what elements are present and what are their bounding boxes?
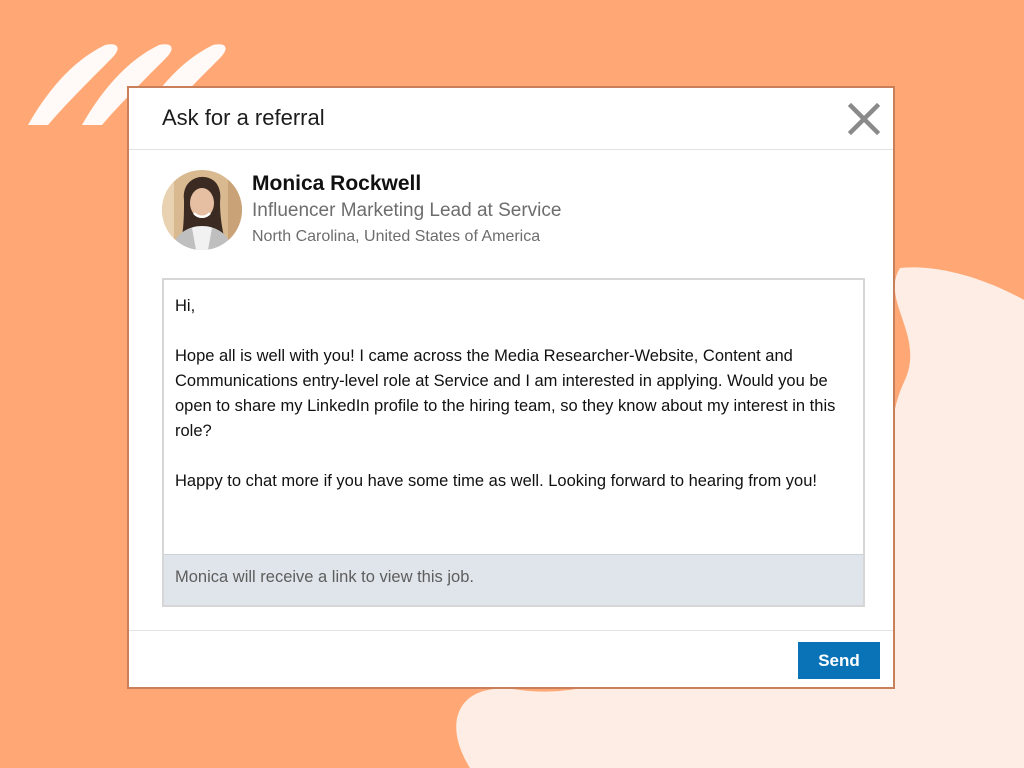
message-notice-bar: Monica will receive a link to view this …	[164, 554, 863, 605]
avatar[interactable]	[162, 170, 242, 250]
close-icon	[847, 102, 881, 136]
dialog-header: Ask for a referral	[129, 88, 893, 150]
footer-divider	[129, 630, 893, 631]
message-paragraph: Hope all is well with you! I came across…	[175, 347, 836, 440]
message-body[interactable]: Hi, Hope all is well with you! I came ac…	[175, 294, 845, 519]
message-greeting: Hi,	[175, 297, 196, 315]
recipient-headline: Influencer Marketing Lead at Service	[252, 200, 562, 221]
message-notice: Monica will receive a link to view this …	[175, 568, 474, 586]
referral-dialog: Ask for a referral Monica Rockwell Influ…	[127, 86, 895, 689]
message-paragraph: Happy to chat more if you have some time…	[175, 472, 817, 490]
message-textarea[interactable]: Hi, Hope all is well with you! I came ac…	[162, 278, 865, 607]
recipient-location: North Carolina, United States of America	[252, 228, 541, 245]
send-button[interactable]: Send	[798, 642, 880, 679]
close-button[interactable]	[847, 102, 881, 136]
recipient-name[interactable]: Monica Rockwell	[252, 172, 421, 196]
recipient-profile: Monica Rockwell Influencer Marketing Lea…	[162, 170, 862, 252]
avatar-photo	[162, 170, 242, 250]
dialog-title: Ask for a referral	[162, 105, 325, 130]
